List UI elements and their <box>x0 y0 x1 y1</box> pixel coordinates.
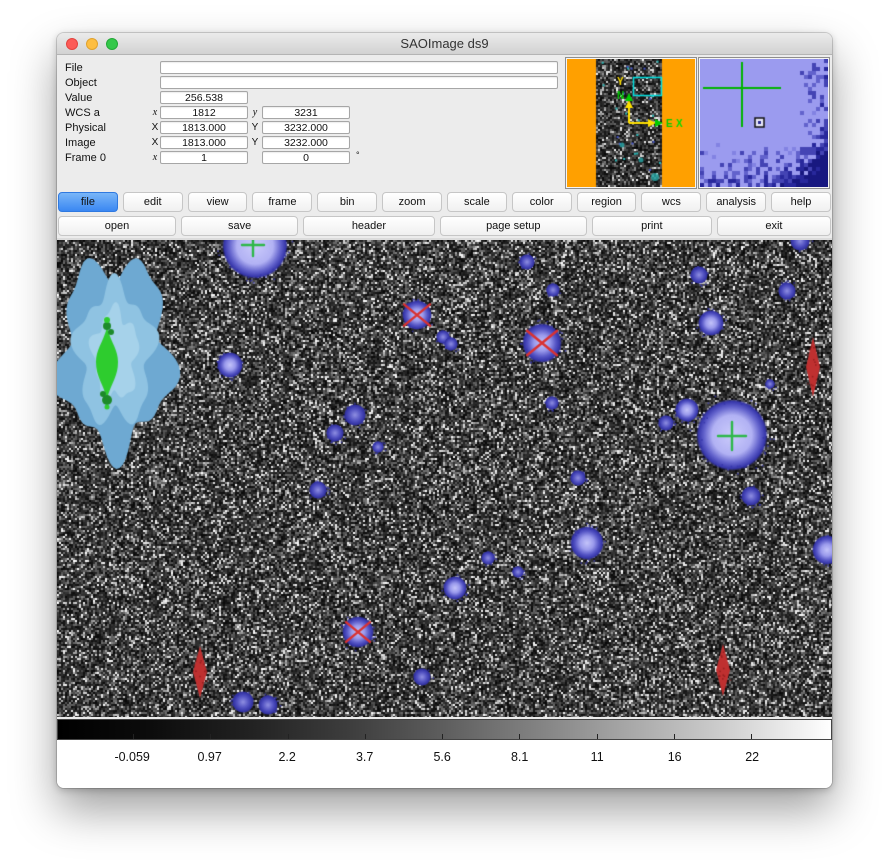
colorbar-tick <box>674 734 675 739</box>
colorbar-tick <box>288 734 289 739</box>
titlebar[interactable]: SAOImage ds9 <box>57 33 832 55</box>
file-field[interactable] <box>160 61 558 74</box>
menu-scale[interactable]: scale <box>447 192 507 212</box>
colorbar-label: -0.059 <box>114 750 149 764</box>
menu-zoom[interactable]: zoom <box>382 192 442 212</box>
colorbar-labels: -0.059 0.97 2.2 3.7 5.6 8.1 11 16 22 <box>57 740 832 774</box>
object-label: Object <box>65 77 150 89</box>
colorbar-label: 2.2 <box>278 750 295 764</box>
colorbar-gradient[interactable] <box>57 719 832 740</box>
frame-label: Frame 0 <box>65 152 150 164</box>
colorbar-tick <box>751 734 752 739</box>
degree-symbol: ° <box>356 150 360 160</box>
colorbar-tick <box>442 734 443 739</box>
ds9-window: SAOImage ds9 File Object Value 256.538 W… <box>57 33 832 788</box>
frame-rotate-field[interactable]: 0 <box>262 151 350 164</box>
button-save[interactable]: save <box>181 216 298 236</box>
value-label: Value <box>65 92 150 104</box>
menu-bin[interactable]: bin <box>317 192 377 212</box>
image-y-field[interactable]: 3232.000 <box>262 136 350 149</box>
colorbar-label: 11 <box>591 750 604 764</box>
menu-view[interactable]: view <box>188 192 248 212</box>
image-x-field[interactable]: 1813.000 <box>160 136 248 149</box>
colorbar-tick <box>519 734 520 739</box>
button-open[interactable]: open <box>58 216 176 236</box>
image-display <box>57 238 832 717</box>
physical-y-sublabel: Y <box>248 122 262 133</box>
physical-x-field[interactable]: 1813.000 <box>160 121 248 134</box>
wcs-label: WCS a <box>65 107 150 119</box>
menubar-primary: file edit view frame bin zoom scale colo… <box>57 190 832 214</box>
menu-region[interactable]: region <box>577 192 637 212</box>
traffic-lights <box>66 38 118 50</box>
colorbar-label: 3.7 <box>356 750 373 764</box>
menu-analysis[interactable]: analysis <box>706 192 766 212</box>
menubar-secondary: open save header page setup print exit <box>57 214 832 238</box>
magnifier-canvas <box>700 59 828 187</box>
colorbar-label: 0.97 <box>198 750 222 764</box>
menu-file[interactable]: file <box>58 192 118 212</box>
window-title: SAOImage ds9 <box>57 33 832 54</box>
frame-zoom-field[interactable]: 1 <box>160 151 248 164</box>
magnifier <box>698 57 830 189</box>
colorbar-label: 5.6 <box>433 750 450 764</box>
physical-label: Physical <box>65 122 150 134</box>
image-y-sublabel: Y <box>248 137 262 148</box>
colorbar-tick <box>133 734 134 739</box>
frame-x-sublabel: x <box>150 152 160 163</box>
panner[interactable] <box>565 57 697 189</box>
colorbar-tick <box>210 734 211 739</box>
close-icon[interactable] <box>66 38 78 50</box>
colorbar-label: 22 <box>745 750 759 764</box>
button-print[interactable]: print <box>592 216 712 236</box>
menu-edit[interactable]: edit <box>123 192 183 212</box>
colorbar-tick <box>597 734 598 739</box>
colorbar-label: 8.1 <box>511 750 528 764</box>
colorbar: -0.059 0.97 2.2 3.7 5.6 8.1 11 16 22 <box>57 719 832 788</box>
menu-frame[interactable]: frame <box>252 192 312 212</box>
wcs-x-field[interactable]: 1812 <box>160 106 248 119</box>
wcs-x-sublabel: x <box>150 107 160 118</box>
button-page-setup[interactable]: page setup <box>440 216 587 236</box>
menu-color[interactable]: color <box>512 192 572 212</box>
button-exit[interactable]: exit <box>717 216 831 236</box>
value-field[interactable]: 256.538 <box>160 91 248 104</box>
button-header[interactable]: header <box>303 216 435 236</box>
menu-wcs[interactable]: wcs <box>641 192 701 212</box>
physical-x-sublabel: X <box>150 122 160 133</box>
info-panel: File Object Value 256.538 WCS a x 1812 y… <box>57 55 832 190</box>
object-field[interactable] <box>160 76 558 89</box>
minimize-icon[interactable] <box>86 38 98 50</box>
colorbar-label: 16 <box>668 750 682 764</box>
wcs-y-field[interactable]: 3231 <box>262 106 350 119</box>
image-x-sublabel: X <box>150 137 160 148</box>
menu-help[interactable]: help <box>771 192 831 212</box>
file-label: File <box>65 62 150 74</box>
colorbar-tick <box>365 734 366 739</box>
panner-canvas[interactable] <box>567 59 695 187</box>
maximize-icon[interactable] <box>106 38 118 50</box>
physical-y-field[interactable]: 3232.000 <box>262 121 350 134</box>
wcs-y-sublabel: y <box>248 107 262 118</box>
image-label: Image <box>65 137 150 149</box>
sky-canvas[interactable] <box>57 240 832 717</box>
